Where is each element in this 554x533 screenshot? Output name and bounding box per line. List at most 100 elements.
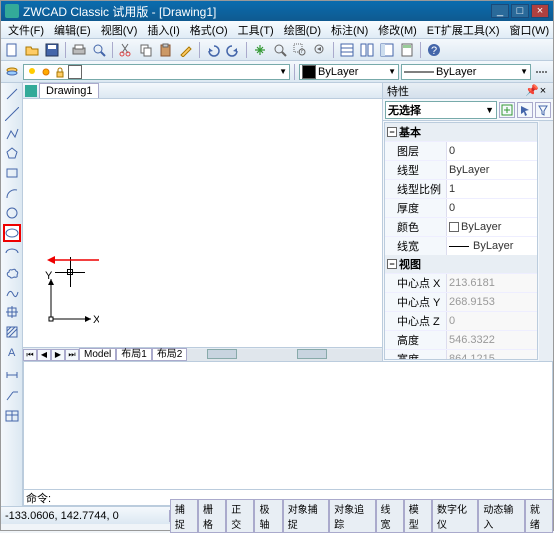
status-toggle[interactable]: 正交 [226, 499, 254, 533]
quickselect-button[interactable] [535, 102, 551, 118]
preview-button[interactable] [90, 41, 108, 59]
redo-button[interactable] [224, 41, 242, 59]
open-button[interactable] [23, 41, 41, 59]
prop-row[interactable]: 图层0 [385, 141, 537, 160]
model-tab[interactable]: Model [79, 348, 116, 361]
status-toggle[interactable]: 对象追踪 [329, 499, 375, 533]
pline-button[interactable] [3, 125, 21, 143]
revcloud-button[interactable] [3, 264, 21, 282]
arc-button[interactable] [3, 184, 21, 202]
save-button[interactable] [43, 41, 61, 59]
print-button[interactable] [70, 41, 88, 59]
expand-icon[interactable]: − [387, 127, 397, 137]
menu-tools[interactable]: 工具(T) [233, 21, 279, 39]
menu-modify[interactable]: 修改(M) [373, 21, 422, 39]
cut-button[interactable] [117, 41, 135, 59]
help-button[interactable]: ? [425, 41, 443, 59]
prop-group[interactable]: −视图 [385, 255, 537, 273]
menu-dimension[interactable]: 标注(N) [326, 21, 373, 39]
selection-dropdown[interactable]: 无选择 ▼ [385, 101, 497, 119]
prop-value[interactable]: 1 [447, 180, 537, 198]
prop-value[interactable]: 0 [447, 142, 537, 160]
status-toggle[interactable]: 对象捕捉 [283, 499, 329, 533]
hscroll-track[interactable] [187, 349, 382, 361]
expand-icon[interactable]: − [387, 259, 397, 269]
prop-row[interactable]: 线宽ByLayer [385, 236, 537, 255]
status-toggle[interactable]: 捕捉 [170, 499, 198, 533]
tab-next-button[interactable]: ▶ [51, 349, 65, 361]
hatch-button[interactable] [3, 323, 21, 341]
menu-format[interactable]: 格式(O) [185, 21, 233, 39]
color-dropdown[interactable]: ByLayer ▼ [299, 64, 399, 80]
prop-row[interactable]: 宽度864.1215 [385, 349, 537, 360]
paste-button[interactable] [157, 41, 175, 59]
properties-pin-button[interactable]: 📌 [525, 84, 537, 97]
status-toggle[interactable]: 栅格 [198, 499, 226, 533]
minimize-button[interactable]: _ [491, 4, 509, 18]
properties-button[interactable] [338, 41, 356, 59]
undo-button[interactable] [204, 41, 222, 59]
menu-insert[interactable]: 插入(I) [142, 21, 184, 39]
menu-edit[interactable]: 编辑(E) [49, 21, 96, 39]
layer-dropdown[interactable]: ▼ [23, 64, 290, 80]
table-button[interactable] [3, 407, 21, 425]
new-button[interactable] [3, 41, 21, 59]
status-toggle[interactable]: 就绪 [525, 499, 553, 533]
hscroll-thumb-2[interactable] [297, 349, 327, 359]
calculator-button[interactable] [398, 41, 416, 59]
maximize-button[interactable]: □ [511, 4, 529, 18]
menu-draw[interactable]: 绘图(D) [279, 21, 326, 39]
prop-row[interactable]: 线型比例1 [385, 179, 537, 198]
prop-row[interactable]: 颜色ByLayer [385, 217, 537, 236]
line-button[interactable] [3, 85, 21, 103]
zoom-realtime-button[interactable] [271, 41, 289, 59]
coordinates[interactable]: -133.0606, 142.7744, 0 [1, 510, 170, 522]
status-toggle[interactable]: 极轴 [254, 499, 282, 533]
rectangle-button[interactable] [3, 164, 21, 182]
prop-row[interactable]: 线型ByLayer [385, 160, 537, 179]
leader-button[interactable] [3, 386, 21, 404]
menu-view[interactable]: 视图(V) [96, 21, 143, 39]
prop-value[interactable]: ByLayer [447, 161, 537, 179]
layout1-tab[interactable]: 布局1 [116, 348, 152, 361]
dimension-button[interactable] [3, 365, 21, 383]
prop-value[interactable]: 0 [447, 199, 537, 217]
properties-close-button[interactable]: × [537, 85, 549, 97]
menu-ettools[interactable]: ET扩展工具(X) [422, 21, 505, 39]
status-toggle[interactable]: 动态输入 [478, 499, 524, 533]
prop-row[interactable]: 高度546.3322 [385, 330, 537, 349]
linetype-dropdown[interactable]: ByLayer ▼ [401, 64, 531, 80]
close-button[interactable]: × [531, 4, 549, 18]
pan-button[interactable] [251, 41, 269, 59]
ltscale-button[interactable] [533, 63, 551, 81]
canvas[interactable]: X Y [23, 99, 382, 347]
copy-button[interactable] [137, 41, 155, 59]
toolpalettes-button[interactable] [378, 41, 396, 59]
prop-row[interactable]: 中心点 Z0 [385, 311, 537, 330]
insert-button[interactable] [3, 303, 21, 321]
spline-button[interactable] [3, 284, 21, 302]
layer-manager-button[interactable] [3, 63, 21, 81]
prop-row[interactable]: 中心点 Y268.9153 [385, 292, 537, 311]
prop-group[interactable]: −基本 [385, 123, 537, 141]
pickadd-button[interactable] [499, 102, 515, 118]
tab-last-button[interactable]: ⏭ [65, 349, 79, 361]
menu-window[interactable]: 窗口(W) [505, 21, 554, 39]
zoom-window-button[interactable] [291, 41, 309, 59]
layout2-tab[interactable]: 布局2 [152, 348, 188, 361]
menu-file[interactable]: 文件(F) [3, 21, 49, 39]
circle-button[interactable] [3, 204, 21, 222]
hscroll-thumb[interactable] [207, 349, 237, 359]
prop-row[interactable]: 厚度0 [385, 198, 537, 217]
polygon-button[interactable] [3, 145, 21, 163]
properties-scrollbar[interactable] [539, 121, 553, 361]
status-toggle[interactable]: 数字化仪 [432, 499, 478, 533]
ellipsearc-button[interactable] [3, 244, 21, 262]
tab-prev-button[interactable]: ◀ [37, 349, 51, 361]
zoom-previous-button[interactable] [311, 41, 329, 59]
prop-row[interactable]: 中心点 X213.6181 [385, 273, 537, 292]
drawing-tab[interactable]: Drawing1 [39, 83, 99, 98]
command-history[interactable] [23, 361, 553, 490]
matchprop-button[interactable] [177, 41, 195, 59]
prop-value[interactable]: ByLayer [447, 237, 537, 255]
